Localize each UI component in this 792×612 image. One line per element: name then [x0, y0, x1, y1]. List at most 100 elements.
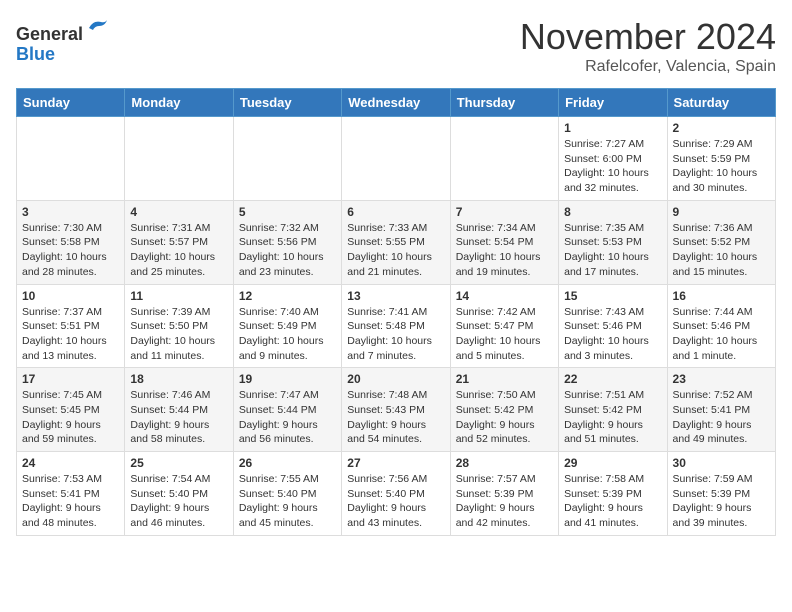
- calendar-cell: [233, 117, 341, 201]
- calendar-cell: 21 Sunrise: 7:50 AMSunset: 5:42 PMDayligh…: [450, 368, 558, 452]
- day-number: 26: [239, 456, 336, 470]
- day-info: Sunrise: 7:47 AMSunset: 5:44 PMDaylight:…: [239, 388, 336, 447]
- calendar-cell: 29 Sunrise: 7:58 AMSunset: 5:39 PMDayligh…: [559, 452, 667, 536]
- weekday-header: Sunday: [17, 89, 125, 117]
- day-number: 1: [564, 121, 661, 135]
- day-number: 13: [347, 289, 444, 303]
- day-info: Sunrise: 7:27 AMSunset: 6:00 PMDaylight:…: [564, 137, 661, 196]
- calendar-cell: 28 Sunrise: 7:57 AMSunset: 5:39 PMDayligh…: [450, 452, 558, 536]
- day-number: 24: [22, 456, 119, 470]
- day-info: Sunrise: 7:56 AMSunset: 5:40 PMDaylight:…: [347, 472, 444, 531]
- calendar-cell: [17, 117, 125, 201]
- logo: General Blue: [16, 16, 109, 65]
- day-number: 3: [22, 205, 119, 219]
- day-number: 8: [564, 205, 661, 219]
- day-info: Sunrise: 7:37 AMSunset: 5:51 PMDaylight:…: [22, 305, 119, 364]
- day-info: Sunrise: 7:35 AMSunset: 5:53 PMDaylight:…: [564, 221, 661, 280]
- calendar-cell: 18 Sunrise: 7:46 AMSunset: 5:44 PMDayligh…: [125, 368, 233, 452]
- logo-bird-icon: [85, 16, 109, 40]
- calendar-week-row: 1 Sunrise: 7:27 AMSunset: 6:00 PMDaylight…: [17, 117, 776, 201]
- calendar-cell: 3 Sunrise: 7:30 AMSunset: 5:58 PMDaylight…: [17, 200, 125, 284]
- calendar-cell: 20 Sunrise: 7:48 AMSunset: 5:43 PMDayligh…: [342, 368, 450, 452]
- day-number: 16: [673, 289, 770, 303]
- logo-general: General: [16, 24, 83, 44]
- day-number: 10: [22, 289, 119, 303]
- weekday-header: Friday: [559, 89, 667, 117]
- calendar-cell: 22 Sunrise: 7:51 AMSunset: 5:42 PMDayligh…: [559, 368, 667, 452]
- calendar-cell: 10 Sunrise: 7:37 AMSunset: 5:51 PMDayligh…: [17, 284, 125, 368]
- calendar-cell: 25Sunrise: 7:54 AMSunset: 5:40 PMDayligh…: [125, 452, 233, 536]
- day-info: Sunrise: 7:50 AMSunset: 5:42 PMDaylight:…: [456, 388, 553, 447]
- day-info: Sunrise: 7:55 AMSunset: 5:40 PMDaylight:…: [239, 472, 336, 531]
- day-info: Sunrise: 7:51 AMSunset: 5:42 PMDaylight:…: [564, 388, 661, 447]
- day-info: Sunrise: 7:40 AMSunset: 5:49 PMDaylight:…: [239, 305, 336, 364]
- day-number: 28: [456, 456, 553, 470]
- calendar-week-row: 24 Sunrise: 7:53 AMSunset: 5:41 PMDayligh…: [17, 452, 776, 536]
- calendar-cell: 15 Sunrise: 7:43 AMSunset: 5:46 PMDayligh…: [559, 284, 667, 368]
- calendar-cell: [342, 117, 450, 201]
- day-number: 20: [347, 372, 444, 386]
- calendar-cell: 6 Sunrise: 7:33 AMSunset: 5:55 PMDaylight…: [342, 200, 450, 284]
- calendar-table: SundayMondayTuesdayWednesdayThursdayFrid…: [16, 88, 776, 536]
- calendar-cell: 11 Sunrise: 7:39 AMSunset: 5:50 PMDayligh…: [125, 284, 233, 368]
- day-number: 12: [239, 289, 336, 303]
- calendar-cell: 5Sunrise: 7:32 AMSunset: 5:56 PMDaylight…: [233, 200, 341, 284]
- day-info: Sunrise: 7:42 AMSunset: 5:47 PMDaylight:…: [456, 305, 553, 364]
- day-info: Sunrise: 7:36 AMSunset: 5:52 PMDaylight:…: [673, 221, 770, 280]
- day-number: 5: [239, 205, 336, 219]
- day-info: Sunrise: 7:46 AMSunset: 5:44 PMDaylight:…: [130, 388, 227, 447]
- day-info: Sunrise: 7:45 AMSunset: 5:45 PMDaylight:…: [22, 388, 119, 447]
- day-number: 21: [456, 372, 553, 386]
- day-info: Sunrise: 7:59 AMSunset: 5:39 PMDaylight:…: [673, 472, 770, 531]
- day-number: 9: [673, 205, 770, 219]
- day-info: Sunrise: 7:30 AMSunset: 5:58 PMDaylight:…: [22, 221, 119, 280]
- day-info: Sunrise: 7:52 AMSunset: 5:41 PMDaylight:…: [673, 388, 770, 447]
- calendar-cell: 12 Sunrise: 7:40 AMSunset: 5:49 PMDayligh…: [233, 284, 341, 368]
- day-info: Sunrise: 7:33 AMSunset: 5:55 PMDaylight:…: [347, 221, 444, 280]
- day-info: Sunrise: 7:53 AMSunset: 5:41 PMDaylight:…: [22, 472, 119, 531]
- calendar-cell: 1 Sunrise: 7:27 AMSunset: 6:00 PMDaylight…: [559, 117, 667, 201]
- calendar-cell: 27 Sunrise: 7:56 AMSunset: 5:40 PMDayligh…: [342, 452, 450, 536]
- day-info: Sunrise: 7:29 AMSunset: 5:59 PMDaylight:…: [673, 137, 770, 196]
- day-number: 15: [564, 289, 661, 303]
- weekday-header: Thursday: [450, 89, 558, 117]
- calendar-cell: 9 Sunrise: 7:36 AMSunset: 5:52 PMDaylight…: [667, 200, 775, 284]
- calendar-cell: 30 Sunrise: 7:59 AMSunset: 5:39 PMDayligh…: [667, 452, 775, 536]
- calendar-header-row: SundayMondayTuesdayWednesdayThursdayFrid…: [17, 89, 776, 117]
- weekday-header: Monday: [125, 89, 233, 117]
- day-number: 23: [673, 372, 770, 386]
- day-number: 18: [130, 372, 227, 386]
- logo-blue: Blue: [16, 44, 55, 64]
- calendar-cell: 8 Sunrise: 7:35 AMSunset: 5:53 PMDaylight…: [559, 200, 667, 284]
- day-info: Sunrise: 7:44 AMSunset: 5:46 PMDaylight:…: [673, 305, 770, 364]
- day-number: 22: [564, 372, 661, 386]
- page-header: General Blue November 2024 Rafelcofer, V…: [16, 16, 776, 76]
- day-info: Sunrise: 7:58 AMSunset: 5:39 PMDaylight:…: [564, 472, 661, 531]
- calendar-cell: 24 Sunrise: 7:53 AMSunset: 5:41 PMDayligh…: [17, 452, 125, 536]
- calendar-cell: 13 Sunrise: 7:41 AMSunset: 5:48 PMDayligh…: [342, 284, 450, 368]
- day-number: 2: [673, 121, 770, 135]
- calendar-week-row: 10 Sunrise: 7:37 AMSunset: 5:51 PMDayligh…: [17, 284, 776, 368]
- day-number: 4: [130, 205, 227, 219]
- day-number: 11: [130, 289, 227, 303]
- day-number: 30: [673, 456, 770, 470]
- calendar-cell: 26 Sunrise: 7:55 AMSunset: 5:40 PMDayligh…: [233, 452, 341, 536]
- day-info: Sunrise: 7:43 AMSunset: 5:46 PMDaylight:…: [564, 305, 661, 364]
- day-number: 14: [456, 289, 553, 303]
- day-info: Sunrise: 7:34 AMSunset: 5:54 PMDaylight:…: [456, 221, 553, 280]
- location: Rafelcofer, Valencia, Spain: [520, 58, 776, 76]
- day-info: Sunrise: 7:48 AMSunset: 5:43 PMDaylight:…: [347, 388, 444, 447]
- weekday-header: Wednesday: [342, 89, 450, 117]
- month-title: November 2024: [520, 16, 776, 58]
- day-info: Sunrise: 7:39 AMSunset: 5:50 PMDaylight:…: [130, 305, 227, 364]
- day-number: 6: [347, 205, 444, 219]
- calendar-cell: 14 Sunrise: 7:42 AMSunset: 5:47 PMDayligh…: [450, 284, 558, 368]
- day-info: Sunrise: 7:41 AMSunset: 5:48 PMDaylight:…: [347, 305, 444, 364]
- day-number: 27: [347, 456, 444, 470]
- title-block: November 2024 Rafelcofer, Valencia, Spai…: [520, 16, 776, 76]
- calendar-cell: [125, 117, 233, 201]
- day-info: Sunrise: 7:31 AMSunset: 5:57 PMDaylight:…: [130, 221, 227, 280]
- day-number: 29: [564, 456, 661, 470]
- calendar-week-row: 17Sunrise: 7:45 AMSunset: 5:45 PMDayligh…: [17, 368, 776, 452]
- day-info: Sunrise: 7:57 AMSunset: 5:39 PMDaylight:…: [456, 472, 553, 531]
